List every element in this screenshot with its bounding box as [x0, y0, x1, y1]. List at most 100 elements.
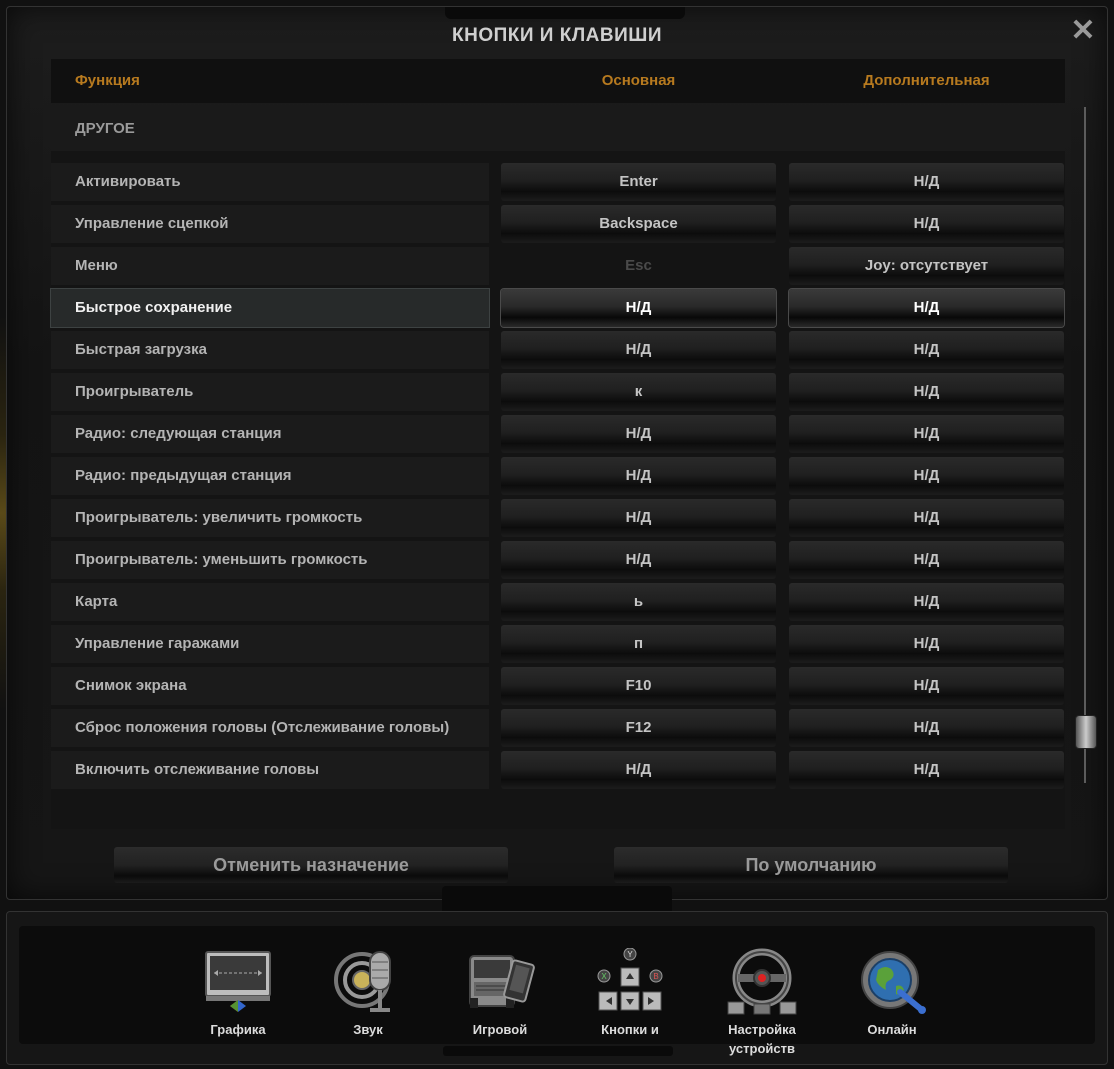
- secondary-key-button[interactable]: Н/Д: [789, 331, 1064, 369]
- function-cell[interactable]: Радио: предыдущая станция: [51, 457, 489, 495]
- primary-key-button[interactable]: п: [501, 625, 776, 663]
- nav-graphics[interactable]: Графика: [183, 948, 293, 1039]
- secondary-key-label: Н/Д: [913, 509, 940, 526]
- primary-key-button[interactable]: Н/Д: [501, 541, 776, 579]
- secondary-key-button[interactable]: Н/Д: [789, 499, 1064, 537]
- reset-default-button[interactable]: По умолчанию: [614, 847, 1008, 883]
- secondary-key-button[interactable]: Н/Д: [789, 163, 1064, 201]
- primary-key-label: Н/Д: [625, 509, 652, 526]
- binding-row[interactable]: Снимок экрана F10 Н/Д: [51, 667, 1065, 705]
- column-header-secondary: Дополнительная: [863, 72, 990, 89]
- binding-row[interactable]: Быстрая загрузка Н/Д Н/Д: [51, 331, 1065, 369]
- function-cell[interactable]: Снимок экрана: [51, 667, 489, 705]
- primary-key-button[interactable]: к: [501, 373, 776, 411]
- function-label: Включить отслеживание головы: [75, 761, 320, 778]
- function-cell[interactable]: Включить отслеживание головы: [51, 751, 489, 789]
- primary-key-button[interactable]: Н/Д: [501, 751, 776, 789]
- secondary-key-button[interactable]: Н/Д: [789, 205, 1064, 243]
- primary-key-label: Esc: [625, 257, 652, 274]
- function-cell[interactable]: Проигрыватель: увеличить громкость: [51, 499, 489, 537]
- function-label: Радио: предыдущая станция: [75, 467, 292, 484]
- binding-row[interactable]: Радио: предыдущая станция Н/Д Н/Д: [51, 457, 1065, 495]
- truck-icon: [460, 948, 540, 1016]
- unassign-button[interactable]: Отменить назначение: [114, 847, 508, 883]
- function-cell[interactable]: Проигрыватель: уменьшить громкость: [51, 541, 489, 579]
- nav-gameplay[interactable]: Игровой процесс: [445, 948, 555, 1058]
- binding-row[interactable]: Проигрыватель: увеличить громкость Н/Д Н/Д: [51, 499, 1065, 537]
- primary-key-label: ь: [633, 593, 644, 610]
- secondary-key-button[interactable]: Н/Д: [789, 373, 1064, 411]
- function-cell[interactable]: Активировать: [51, 163, 489, 201]
- nav-online[interactable]: Онлайн: [837, 948, 947, 1039]
- function-cell[interactable]: Проигрыватель: [51, 373, 489, 411]
- function-cell[interactable]: Быстрое сохранение: [51, 289, 489, 327]
- column-header-primary: Основная: [601, 72, 676, 89]
- settings-category-bar: ГрафикаЗвукИгровой процессYXBКнопки и кл…: [6, 911, 1108, 1065]
- primary-key-label: п: [633, 635, 644, 652]
- binding-row[interactable]: Активировать Enter Н/Д: [51, 163, 1065, 201]
- secondary-key-button[interactable]: Н/Д: [789, 751, 1064, 789]
- nav-controls[interactable]: YXBКнопки и клавиши: [575, 947, 685, 1058]
- function-label: Проигрыватель: [75, 383, 194, 400]
- secondary-key-button[interactable]: Н/Д: [789, 667, 1064, 705]
- primary-key-button[interactable]: Н/Д: [501, 415, 776, 453]
- binding-row[interactable]: Проигрыватель к Н/Д: [51, 373, 1065, 411]
- secondary-key-label: Н/Д: [913, 341, 940, 358]
- primary-key-label: Н/Д: [625, 761, 652, 778]
- close-button[interactable]: ✕: [1069, 16, 1097, 46]
- secondary-key-button[interactable]: Н/Д: [789, 625, 1064, 663]
- primary-key-button[interactable]: Н/Д: [501, 499, 776, 537]
- primary-key-label: Н/Д: [625, 341, 652, 358]
- nav-devices[interactable]: Настройка устройств: [707, 948, 817, 1058]
- primary-key-button[interactable]: Н/Д: [501, 457, 776, 495]
- primary-key-button[interactable]: Н/Д: [501, 289, 776, 327]
- function-cell[interactable]: Радио: следующая станция: [51, 415, 489, 453]
- function-cell[interactable]: Меню: [51, 247, 489, 285]
- secondary-key-button[interactable]: Н/Д: [789, 289, 1064, 327]
- binding-row[interactable]: Меню Esc Joy: отсутствует: [51, 247, 1065, 285]
- function-label: Карта: [75, 593, 118, 610]
- binding-row[interactable]: Управление гаражами п Н/Д: [51, 625, 1065, 663]
- function-cell[interactable]: Карта: [51, 583, 489, 621]
- binding-row[interactable]: Проигрыватель: уменьшить громкость Н/Д Н/Д: [51, 541, 1065, 579]
- primary-key-button[interactable]: F12: [501, 709, 776, 747]
- primary-key-button[interactable]: Backspace: [501, 205, 776, 243]
- primary-key-button[interactable]: ь: [501, 583, 776, 621]
- binding-row[interactable]: Быстрое сохранение Н/Д Н/Д: [51, 289, 1065, 327]
- primary-key-button[interactable]: F10: [501, 667, 776, 705]
- secondary-key-label: Н/Д: [913, 551, 940, 568]
- scrollbar-thumb[interactable]: [1075, 715, 1097, 749]
- primary-key-button[interactable]: Enter: [501, 163, 776, 201]
- binding-row[interactable]: Карта ь Н/Д: [51, 583, 1065, 621]
- primary-key-button[interactable]: Н/Д: [501, 331, 776, 369]
- secondary-key-label: Н/Д: [913, 467, 940, 484]
- primary-key-button: Esc: [501, 247, 776, 285]
- category-nav: ГрафикаЗвукИгровой процессYXBКнопки и кл…: [19, 926, 1095, 1056]
- secondary-key-label: Н/Д: [913, 677, 940, 694]
- secondary-key-button[interactable]: Joy: отсутствует: [789, 247, 1064, 285]
- reset-default-button-label: По умолчанию: [745, 855, 877, 875]
- binding-row[interactable]: Управление сцепкой Backspace Н/Д: [51, 205, 1065, 243]
- function-cell[interactable]: Управление гаражами: [51, 625, 489, 663]
- secondary-key-button[interactable]: Н/Д: [789, 583, 1064, 621]
- secondary-key-label: Н/Д: [913, 215, 940, 232]
- secondary-key-button[interactable]: Н/Д: [789, 457, 1064, 495]
- steering-wheel-icon: [722, 948, 802, 1016]
- column-header-row: Функция Основная Дополнительная: [51, 59, 1065, 103]
- secondary-key-label: Н/Д: [913, 173, 940, 190]
- secondary-key-button[interactable]: Н/Д: [789, 709, 1064, 747]
- binding-row[interactable]: Радио: следующая станция Н/Д Н/Д: [51, 415, 1065, 453]
- scrollbar-track[interactable]: [1084, 107, 1086, 783]
- function-cell[interactable]: Сброс положения головы (Отслеживание гол…: [51, 709, 489, 747]
- nav-sound[interactable]: Звук: [313, 948, 423, 1039]
- binding-row[interactable]: Сброс положения головы (Отслеживание гол…: [51, 709, 1065, 747]
- function-label: Быстрое сохранение: [75, 299, 233, 316]
- secondary-key-button[interactable]: Н/Д: [789, 415, 1064, 453]
- keys-icon: Y X B: [590, 947, 670, 1016]
- secondary-key-button[interactable]: Н/Д: [789, 541, 1064, 579]
- function-cell[interactable]: Управление сцепкой: [51, 205, 489, 243]
- binding-row[interactable]: Включить отслеживание головы Н/Д Н/Д: [51, 751, 1065, 789]
- function-label: Меню: [75, 257, 118, 274]
- function-cell[interactable]: Быстрая загрузка: [51, 331, 489, 369]
- function-label: Сброс положения головы (Отслеживание гол…: [75, 719, 450, 736]
